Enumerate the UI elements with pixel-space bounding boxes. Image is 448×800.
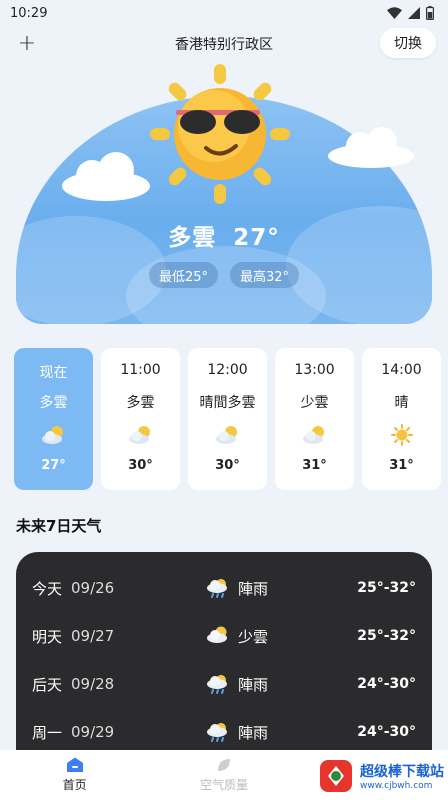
min-max-temps: 最低25° 最高32° (0, 262, 448, 288)
day-name: 今天 (32, 579, 63, 598)
rain-icon (207, 723, 227, 742)
header: + 香港特别行政区 切换 (0, 28, 448, 60)
watermark-text: 超级棒下载站 (360, 764, 444, 780)
wifi-icon (387, 7, 402, 19)
day-date: 09/27 (71, 627, 115, 645)
day-name: 周一 (32, 723, 63, 742)
home-icon (66, 757, 83, 772)
switch-button[interactable]: 切换 (380, 28, 436, 58)
hour-time: 13:00 (294, 362, 335, 378)
signal-icon (408, 7, 420, 19)
hour-time: 12:00 (207, 362, 248, 378)
current-temperature: 27° (233, 225, 280, 251)
day-condition: 陣雨 (238, 723, 269, 742)
leaf-icon (217, 759, 230, 771)
cloudy-sun-icon (128, 424, 154, 446)
nav-air-quality[interactable]: 空气质量 (149, 750, 298, 800)
cloudy-sun-icon (215, 424, 241, 446)
current-condition: 多雲 (168, 225, 217, 251)
hour-card[interactable]: 12:00 晴間多雲 30° (188, 348, 267, 490)
day-condition: 陣雨 (238, 579, 269, 598)
day-temp-range: 25°-32° (357, 580, 416, 596)
day-date: 09/26 (71, 579, 115, 597)
day-name: 后天 (32, 675, 63, 694)
sun-icon (390, 424, 413, 446)
hour-condition: 多雲 (126, 395, 155, 411)
status-time: 10:29 (10, 5, 48, 21)
day-temp-range: 24°-30° (357, 724, 416, 740)
day-temp-range: 24°-30° (357, 676, 416, 692)
hour-card[interactable]: 14:00 晴 31° (362, 348, 441, 490)
hour-temp: 30° (215, 458, 240, 473)
sun-with-sunglasses-illustration (140, 64, 300, 204)
max-temp-badge: 最高32° (230, 262, 300, 288)
hour-temp: 27° (41, 458, 66, 473)
hour-card[interactable]: 现在 多雲 27° (14, 348, 93, 490)
hour-card[interactable]: 11:00 多雲 30° (101, 348, 180, 490)
hourly-forecast[interactable]: 现在 多雲 27° 11:00 多雲 30° 12:00 晴間多雲 30° 13… (14, 348, 448, 490)
nav-air-quality-label: 空气质量 (199, 778, 248, 792)
day-date: 09/29 (71, 723, 115, 741)
nav-home[interactable]: 首页 (0, 750, 149, 800)
day-row[interactable]: 明天 09/27 少雲 25°-32° (16, 612, 432, 660)
day-row[interactable]: 周一 09/29 陣雨 24°-30° (16, 708, 432, 756)
day-row[interactable]: 后天 09/28 陣雨 24°-30° (16, 660, 432, 708)
watermark-logo-icon (320, 760, 352, 792)
rain-icon (207, 675, 227, 694)
hour-time: 11:00 (120, 362, 161, 378)
hour-condition: 多雲 (39, 395, 68, 411)
nav-home-label: 首页 (62, 778, 87, 792)
cloud-left-illustration (62, 152, 150, 201)
cloudy-sun-icon (41, 424, 67, 446)
hour-card[interactable]: 13:00 少雲 31° (275, 348, 354, 490)
day-temp-range: 25°-32° (357, 628, 416, 644)
hour-condition: 晴間多雲 (199, 395, 256, 411)
week-forecast-title: 未来7日天气 (16, 517, 102, 535)
status-icons (387, 6, 434, 20)
day-name: 明天 (32, 627, 63, 646)
cloudy-sun-icon (302, 424, 328, 446)
hour-condition: 晴 (394, 395, 409, 411)
hour-condition: 少雲 (300, 395, 329, 411)
min-temp-badge: 最低25° (148, 262, 218, 288)
day-row[interactable]: 今天 09/26 陣雨 25°-32° (16, 564, 432, 612)
hour-time: 现在 (39, 365, 68, 381)
hour-temp: 31° (302, 458, 327, 473)
rain-icon (207, 579, 227, 598)
day-date: 09/28 (71, 675, 115, 693)
hour-temp: 31° (389, 458, 414, 473)
status-bar: 10:29 (0, 0, 448, 26)
cloudy-sun-icon (207, 626, 227, 643)
day-condition: 少雲 (238, 627, 269, 646)
current-weather: 多雲 27° (0, 218, 448, 252)
site-watermark: 超级棒下载站 www.cjbwh.com (318, 756, 448, 796)
watermark-url: www.cjbwh.com (360, 781, 433, 791)
week-forecast-panel[interactable]: 今天 09/26 陣雨 25°-32° 明天 09/27 少雲 25°-32° … (16, 552, 432, 762)
hour-temp: 30° (128, 458, 153, 473)
day-condition: 陣雨 (238, 675, 269, 694)
cloud-right-illustration (328, 127, 414, 168)
hour-time: 14:00 (381, 362, 422, 378)
battery-icon (426, 6, 434, 20)
